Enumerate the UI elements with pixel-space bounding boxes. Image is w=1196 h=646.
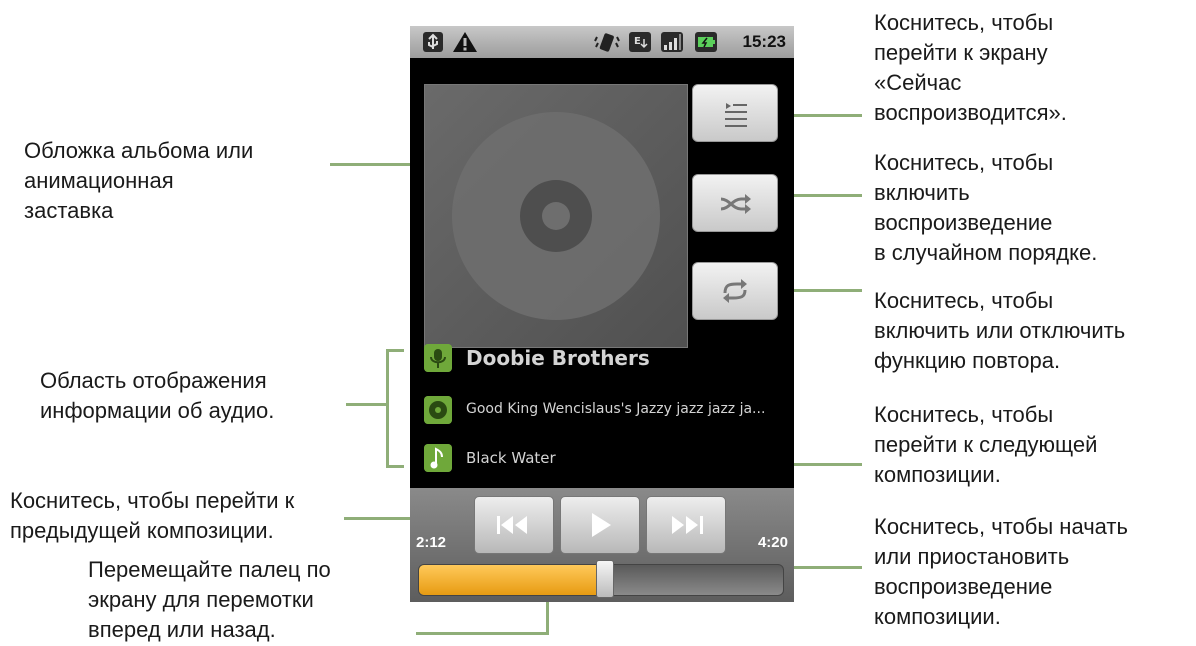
- artist-row: Doobie Brothers: [424, 342, 784, 376]
- annotation-shuffle: Коснитесь, чтобы включить воспроизведени…: [874, 150, 1098, 265]
- album-name: Good King Wencislaus's Jazzy jazz jazz j…: [466, 401, 766, 417]
- annotation-prev: Коснитесь, чтобы перейти к предыдущей ко…: [10, 488, 295, 543]
- status-time: 15:23: [742, 32, 786, 51]
- usb-icon: [423, 32, 443, 52]
- vibrate-icon: [594, 33, 620, 52]
- repeat-icon: [723, 279, 747, 303]
- album-disc-icon: [424, 396, 452, 424]
- seek-thumb[interactable]: [595, 560, 614, 598]
- annotation-info-area: Область отображения информации об аудио.: [40, 368, 275, 423]
- microphone-icon: [424, 344, 452, 372]
- previous-button[interactable]: [474, 496, 554, 554]
- seek-progress: [419, 565, 605, 595]
- signal-bars-icon: [661, 32, 683, 52]
- status-bar: E 15:23: [410, 26, 794, 58]
- album-art: [424, 84, 688, 348]
- total-time: 4:20: [757, 534, 788, 551]
- edge-signal-icon: E: [629, 32, 651, 52]
- elapsed-time: 2:12: [416, 534, 447, 551]
- next-icon: [672, 516, 703, 534]
- repeat-button[interactable]: [692, 262, 778, 320]
- annotation-seek: Перемещайте палец по экрану для перемотк…: [88, 557, 331, 642]
- play-button[interactable]: [560, 496, 640, 554]
- track-row: Black Water: [424, 442, 784, 476]
- annotation-play: Коснитесь, чтобы начать или приостановит…: [874, 514, 1128, 629]
- battery-charging-icon: [695, 32, 717, 52]
- play-icon: [592, 513, 611, 537]
- svg-text:E: E: [634, 36, 641, 47]
- annotation-next: Коснитесь, чтобы перейти к следующей ком…: [874, 402, 1098, 487]
- now-playing-list-button[interactable]: [692, 84, 778, 142]
- phone-screen: E 15:23 Doobie Brothers Good King Wencis…: [410, 26, 794, 602]
- annotation-album-art: Обложка альбома или анимационная заставк…: [24, 138, 254, 223]
- next-button[interactable]: [646, 496, 726, 554]
- playback-controls: 2:12 4:20: [410, 488, 794, 602]
- annotation-now-playing: Коснитесь, чтобы перейти к экрану «Сейча…: [874, 10, 1067, 125]
- warning-icon: [453, 32, 477, 52]
- annotation-repeat: Коснитесь, чтобы включить или отключить …: [874, 288, 1126, 373]
- track-name: Black Water: [466, 449, 556, 467]
- album-row: Good King Wencislaus's Jazzy jazz jazz j…: [424, 394, 794, 428]
- callout-line-info-bracket: [386, 349, 389, 468]
- artist-name: Doobie Brothers: [466, 346, 650, 370]
- previous-icon: [497, 516, 527, 534]
- shuffle-icon: [720, 194, 751, 214]
- shuffle-button[interactable]: [692, 174, 778, 232]
- music-note-icon: [424, 444, 452, 472]
- disc-icon: [452, 112, 660, 320]
- playlist-icon: [725, 103, 747, 127]
